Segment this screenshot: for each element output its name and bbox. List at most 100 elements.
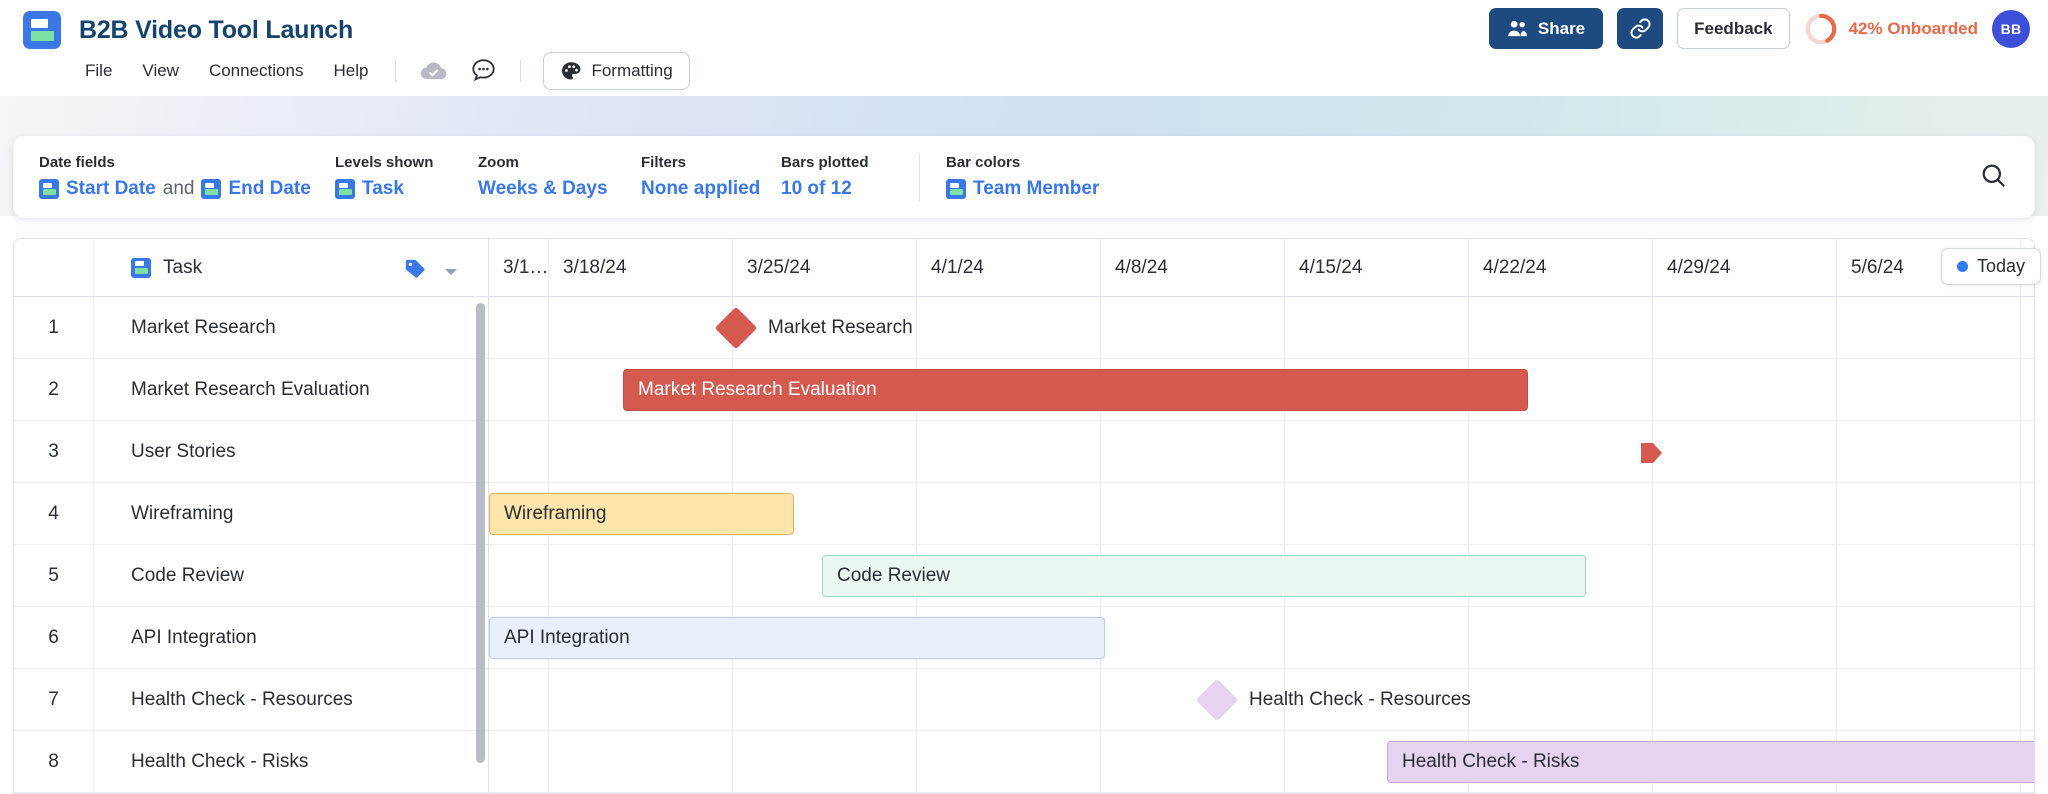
copy-link-button[interactable] [1617, 8, 1664, 49]
gantt-milestone[interactable]: Market Research [714, 306, 913, 350]
task-name-cell[interactable]: Code Review [94, 545, 488, 607]
toolbar-zoom: Zoom Weeks & Days [478, 149, 619, 205]
levels-shown-text: Task [362, 178, 404, 199]
toolbar-bar-colors: Bar colors Team Member [946, 149, 1099, 205]
task-name-cell[interactable]: Health Check - Resources [94, 669, 488, 731]
timeline-date-cell: 3/1… [489, 239, 549, 296]
timeline-date-cell: 3/25/24 [733, 239, 917, 296]
comment-dots-icon [472, 59, 495, 82]
link-icon [1630, 18, 1651, 39]
gantt-bar[interactable]: API Integration [489, 617, 1105, 659]
row-number-cell: 2 [14, 359, 93, 421]
menu-divider-1 [395, 59, 397, 82]
start-date-field: Start Date [66, 178, 156, 199]
row-number-cell: 7 [14, 669, 93, 731]
task-name-cell[interactable]: Health Check - Risks [94, 731, 488, 793]
search-button[interactable] [1980, 162, 2007, 194]
onboarding-progress[interactable]: 42% Onboarded [1804, 12, 1978, 46]
date-fields-value[interactable]: Start Date and End Date [39, 178, 311, 200]
task-column-header-label: Task [163, 256, 203, 278]
row-number-column: 12345678 [14, 297, 94, 793]
share-button-label: Share [1537, 18, 1586, 38]
arrow-right-icon [1641, 443, 1662, 463]
task-name-cell[interactable]: Market Research [94, 297, 488, 359]
task-name-cell[interactable]: Market Research Evaluation [94, 359, 488, 421]
timeline-date-cell: 4/15/24 [1285, 239, 1469, 296]
user-avatar[interactable]: BB [1992, 9, 2030, 48]
task-name-cell[interactable]: API Integration [94, 607, 488, 669]
gantt-body: 12345678 Market Research Market Research … [14, 297, 2034, 793]
gantt-app-window: B2B Video Tool Launch Share Feedback 42%… [0, 0, 2048, 794]
field-icon [201, 179, 222, 199]
task-column-scrollbar[interactable] [476, 303, 485, 763]
brand-area: B2B Video Tool Launch [23, 11, 353, 49]
timeline-bars-area[interactable]: Market Research Market Research Evaluatio… [489, 297, 2034, 793]
field-icon [131, 257, 151, 278]
toolbar-bars-plotted: Bars plotted 10 of 12 [781, 149, 893, 205]
page-title: B2B Video Tool Launch [79, 15, 354, 44]
tag-glyph [405, 259, 425, 278]
gantt-settings-toolbar: Date fields Start Date and End Date Leve… [13, 136, 2035, 218]
timeline-date-cell: 3/18/24 [549, 239, 733, 296]
menu-item-connections[interactable]: Connections [194, 55, 319, 87]
milestone-diamond-icon [714, 306, 758, 350]
menu-divider-2 [520, 59, 522, 82]
gantt-bar[interactable]: Health Check - Risks [1387, 741, 2034, 783]
menu-item-help[interactable]: Help [318, 55, 383, 87]
share-button[interactable]: Share [1488, 8, 1604, 49]
chevron-down-icon[interactable] [444, 264, 458, 282]
field-icon [946, 179, 966, 199]
bars-plotted-value[interactable]: 10 of 12 [781, 178, 893, 200]
task-name-cell[interactable]: User Stories [94, 421, 488, 483]
formatting-button[interactable]: Formatting [543, 51, 690, 90]
row-number-cell: 3 [14, 421, 93, 483]
task-column-header[interactable]: Task [94, 239, 489, 296]
people-icon [1508, 20, 1527, 37]
toolbar-divider [919, 153, 920, 201]
save-status-button[interactable] [416, 54, 450, 88]
gantt-chart: Task 3/1… 3/18/24 3/25/24 4/1/24 4/8/24 4/15/… [13, 238, 2035, 794]
today-button-label: Today [1976, 256, 2025, 276]
bar-colors-value[interactable]: Team Member [946, 178, 1099, 200]
top-bar-actions: Share Feedback 42% Onboarded BB [1488, 8, 2030, 49]
toolbar-levels-shown: Levels shown Task [335, 149, 452, 205]
filters-label: Filters [641, 154, 687, 171]
gantt-header-row: Task 3/1… 3/18/24 3/25/24 4/1/24 4/8/24 4/15/… [14, 239, 2034, 297]
menu-item-file[interactable]: File [70, 55, 127, 87]
timeline-date-cell: 4/22/24 [1469, 239, 1653, 296]
task-name-cell[interactable]: Wireframing [94, 483, 488, 545]
toolbar-filters: Filters None applied [641, 149, 760, 205]
palette-icon [562, 61, 581, 79]
menu-item-view[interactable]: View [127, 55, 194, 87]
milestone-diamond-icon [1195, 678, 1239, 722]
milestone-label: Health Check - Resources [1249, 689, 1471, 710]
today-button[interactable]: Today [1940, 248, 2041, 285]
levels-shown-label: Levels shown [335, 154, 434, 171]
row-number-cell: 6 [14, 607, 93, 669]
progress-ring-icon [1805, 13, 1836, 44]
bar-colors-text: Team Member [973, 178, 1100, 199]
feedback-button[interactable]: Feedback [1677, 8, 1790, 49]
row-number-cell: 5 [14, 545, 93, 607]
gantt-bar[interactable]: Market Research Evaluation [623, 369, 1528, 411]
tag-icon[interactable] [404, 258, 426, 285]
gantt-milestone[interactable]: Health Check - Resources [1195, 678, 1471, 722]
row-number-cell: 1 [14, 297, 93, 359]
formatting-button-label: Formatting [591, 60, 673, 80]
comments-button[interactable] [466, 54, 500, 88]
levels-shown-value[interactable]: Task [335, 178, 452, 200]
filters-value[interactable]: None applied [641, 178, 760, 200]
zoom-label: Zoom [478, 154, 519, 171]
zoom-value[interactable]: Weeks & Days [478, 178, 619, 200]
feedback-button-label: Feedback [1694, 18, 1773, 38]
gantt-bar[interactable]: Wireframing [489, 493, 794, 535]
field-icon [335, 179, 355, 199]
toolbar-date-fields: Date fields Start Date and End Date [39, 149, 311, 205]
date-fields-label: Date fields [39, 154, 115, 171]
milestone-label: Market Research [768, 317, 913, 338]
field-icon [39, 179, 59, 199]
gantt-bar[interactable]: Code Review [822, 555, 1586, 597]
timeline-date-cell: 4/1/24 [917, 239, 1101, 296]
gantt-bar-offscreen-arrow[interactable] [1641, 441, 1663, 465]
bars-plotted-label: Bars plotted [781, 154, 869, 171]
